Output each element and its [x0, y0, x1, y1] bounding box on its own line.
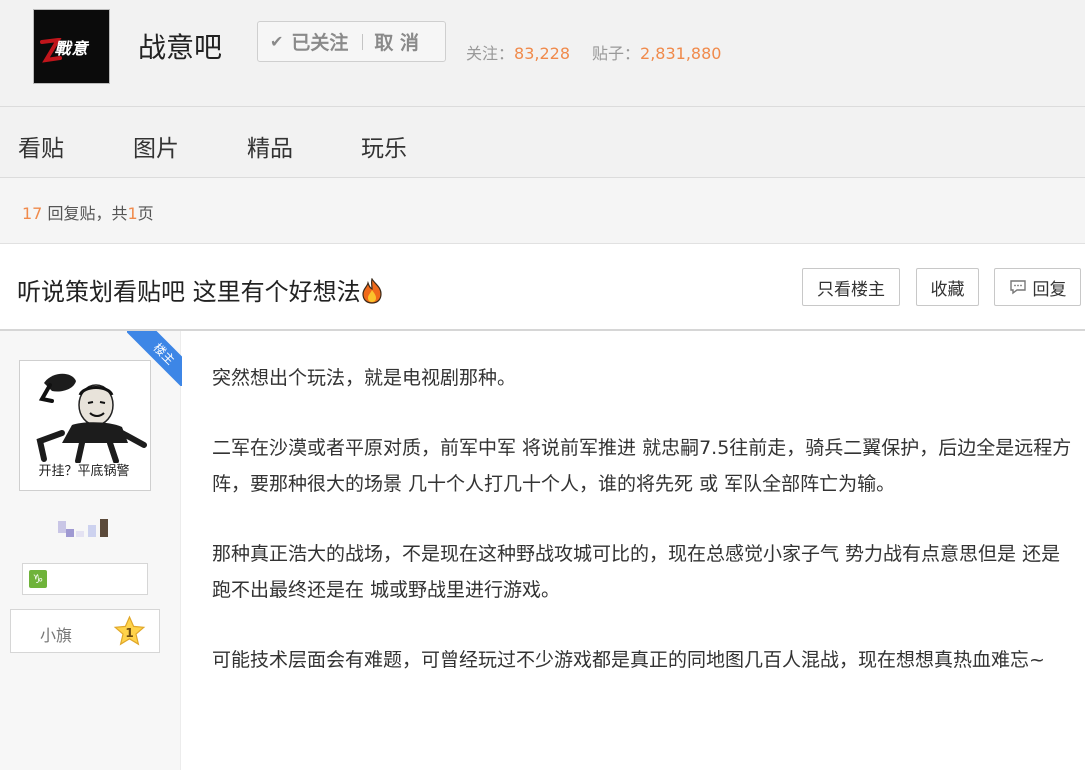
logo-text: 戰意 [54, 38, 89, 58]
level-star-icon: 1 [113, 615, 146, 646]
reply-button-label: 回复 [1032, 279, 1067, 300]
rank-box[interactable]: 小旗 1 [10, 609, 160, 653]
post-paragraph: 可能技术层面会有难题，可曾经玩过不少游戏都是真正的同地图几百人混战，现在想想真热… [212, 649, 1045, 671]
reply-mid-text: 回复贴，共 [42, 204, 128, 223]
tab-view-posts[interactable]: 看贴 [18, 129, 64, 163]
thread-title-bar: 听说策划看贴吧 这里有个好想法 只看楼主 收藏 回复 [0, 244, 1085, 331]
follow-button[interactable]: ✔ 已关注 取 消 [257, 21, 446, 62]
forum-stats: 关注：83,228 贴子：2,831,880 [466, 40, 721, 64]
reply-info-bar: 17 回复贴，共1页 [0, 178, 1085, 244]
fire-emoji-icon [362, 278, 382, 304]
divider [362, 33, 364, 50]
favorite-button[interactable]: 收藏 [916, 268, 979, 306]
username-redacted[interactable] [58, 517, 110, 541]
reply-button[interactable]: 回复 [994, 268, 1081, 306]
thread-title: 听说策划看贴吧 这里有个好想法 [17, 272, 383, 307]
avatar-caption: 开挂？平底锅警 [38, 464, 130, 479]
forum-header: 戰意 战意吧 ✔ 已关注 取 消 关注：83,228 贴子：2,831,880 [0, 0, 1085, 107]
follow-count: 83,228 [514, 44, 570, 63]
rank-name: 小旗 [40, 626, 73, 645]
forum-name[interactable]: 战意吧 [138, 26, 222, 66]
forum-nav: 看贴 图片 精品 玩乐 [0, 107, 1085, 178]
post-paragraph: 突然想出个玩法，就是电视剧那种。 [212, 367, 517, 389]
reply-summary: 17 回复贴，共1页 [22, 200, 154, 224]
post-content: 突然想出个玩法，就是电视剧那种。 二军在沙漠或者平原对质，前军中军 将说前军推进… [212, 360, 1072, 712]
tab-featured[interactable]: 精品 [247, 129, 293, 163]
tab-images[interactable]: 图片 [133, 129, 179, 163]
forum-logo[interactable]: 戰意 [33, 9, 110, 84]
post-paragraph: 那种真正浩大的战场，不是现在这种野战攻城可比的，现在总感觉小家子气 势力战有点意… [212, 543, 1061, 601]
only-op-button[interactable]: 只看楼主 [802, 268, 900, 306]
avatar[interactable]: 开挂？平底锅警 [19, 360, 151, 491]
page-count: 1 [127, 204, 138, 223]
member-badge-row: ♑ [22, 563, 148, 595]
check-icon: ✔ [270, 32, 284, 51]
avatar-meme-image [22, 363, 148, 464]
follow-status-label: 已关注 [291, 32, 349, 54]
rank-level: 1 [125, 626, 133, 640]
post-paragraph: 二军在沙漠或者平原对质，前军中军 将说前军推进 就忠嗣7.5往前走，骑兵二翼保护… [212, 437, 1072, 495]
tab-fun[interactable]: 玩乐 [361, 129, 407, 163]
page-suffix: 页 [137, 204, 154, 223]
reply-count: 17 [22, 204, 43, 223]
post-count-label: 贴子： [592, 44, 641, 63]
zodiac-badge-icon[interactable]: ♑ [29, 570, 47, 588]
post-count: 2,831,880 [640, 44, 722, 63]
comment-icon [1009, 280, 1026, 295]
unfollow-label[interactable]: 取 消 [374, 28, 419, 55]
thread-title-text: 听说策划看贴吧 这里有个好想法 [17, 278, 361, 306]
follow-count-label: 关注： [466, 44, 515, 63]
